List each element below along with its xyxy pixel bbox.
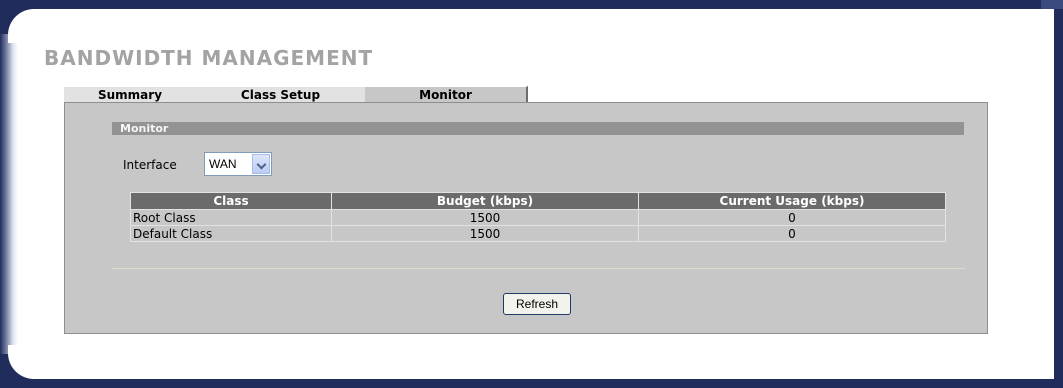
- column-header-class: Class: [130, 192, 332, 210]
- tab-summary[interactable]: Summary: [64, 86, 197, 102]
- section-header: Monitor: [112, 122, 964, 135]
- chevron-down-icon[interactable]: [252, 154, 270, 174]
- table-row: Root Class 1500 0: [130, 209, 946, 226]
- table-header-row: Class Budget (kbps) Current Usage (kbps): [130, 192, 946, 210]
- cell-class: Default Class: [130, 225, 332, 242]
- cell-budget: 1500: [331, 225, 639, 242]
- cell-class: Root Class: [130, 209, 332, 226]
- tab-class-setup[interactable]: Class Setup: [196, 86, 366, 102]
- window-frame-left: [0, 9, 18, 379]
- page-title: BANDWIDTH MANAGEMENT: [44, 46, 374, 70]
- table-row: Default Class 1500 0: [130, 225, 946, 242]
- interface-select-value: WAN: [209, 157, 237, 171]
- tab-class-setup-label: Class Setup: [240, 88, 321, 102]
- cell-budget: 1500: [331, 209, 639, 226]
- tab-summary-label: Summary: [97, 88, 163, 102]
- cell-usage: 0: [638, 209, 946, 226]
- interface-label: Interface: [123, 158, 177, 172]
- window-frame-top: [0, 0, 1063, 9]
- divider: [112, 268, 965, 269]
- refresh-button[interactable]: Refresh: [503, 293, 571, 315]
- cell-usage: 0: [638, 225, 946, 242]
- tab-monitor[interactable]: Monitor: [365, 86, 528, 102]
- frame-corner-top-right: [1041, 0, 1063, 9]
- window-frame-right: [1054, 0, 1063, 388]
- interface-select[interactable]: WAN: [204, 152, 272, 176]
- column-header-budget: Budget (kbps): [331, 192, 639, 210]
- window-frame-bottom: [0, 379, 1063, 388]
- column-header-usage: Current Usage (kbps): [638, 192, 946, 210]
- monitor-table: Class Budget (kbps) Current Usage (kbps)…: [130, 192, 946, 242]
- tab-monitor-label: Monitor: [419, 88, 472, 102]
